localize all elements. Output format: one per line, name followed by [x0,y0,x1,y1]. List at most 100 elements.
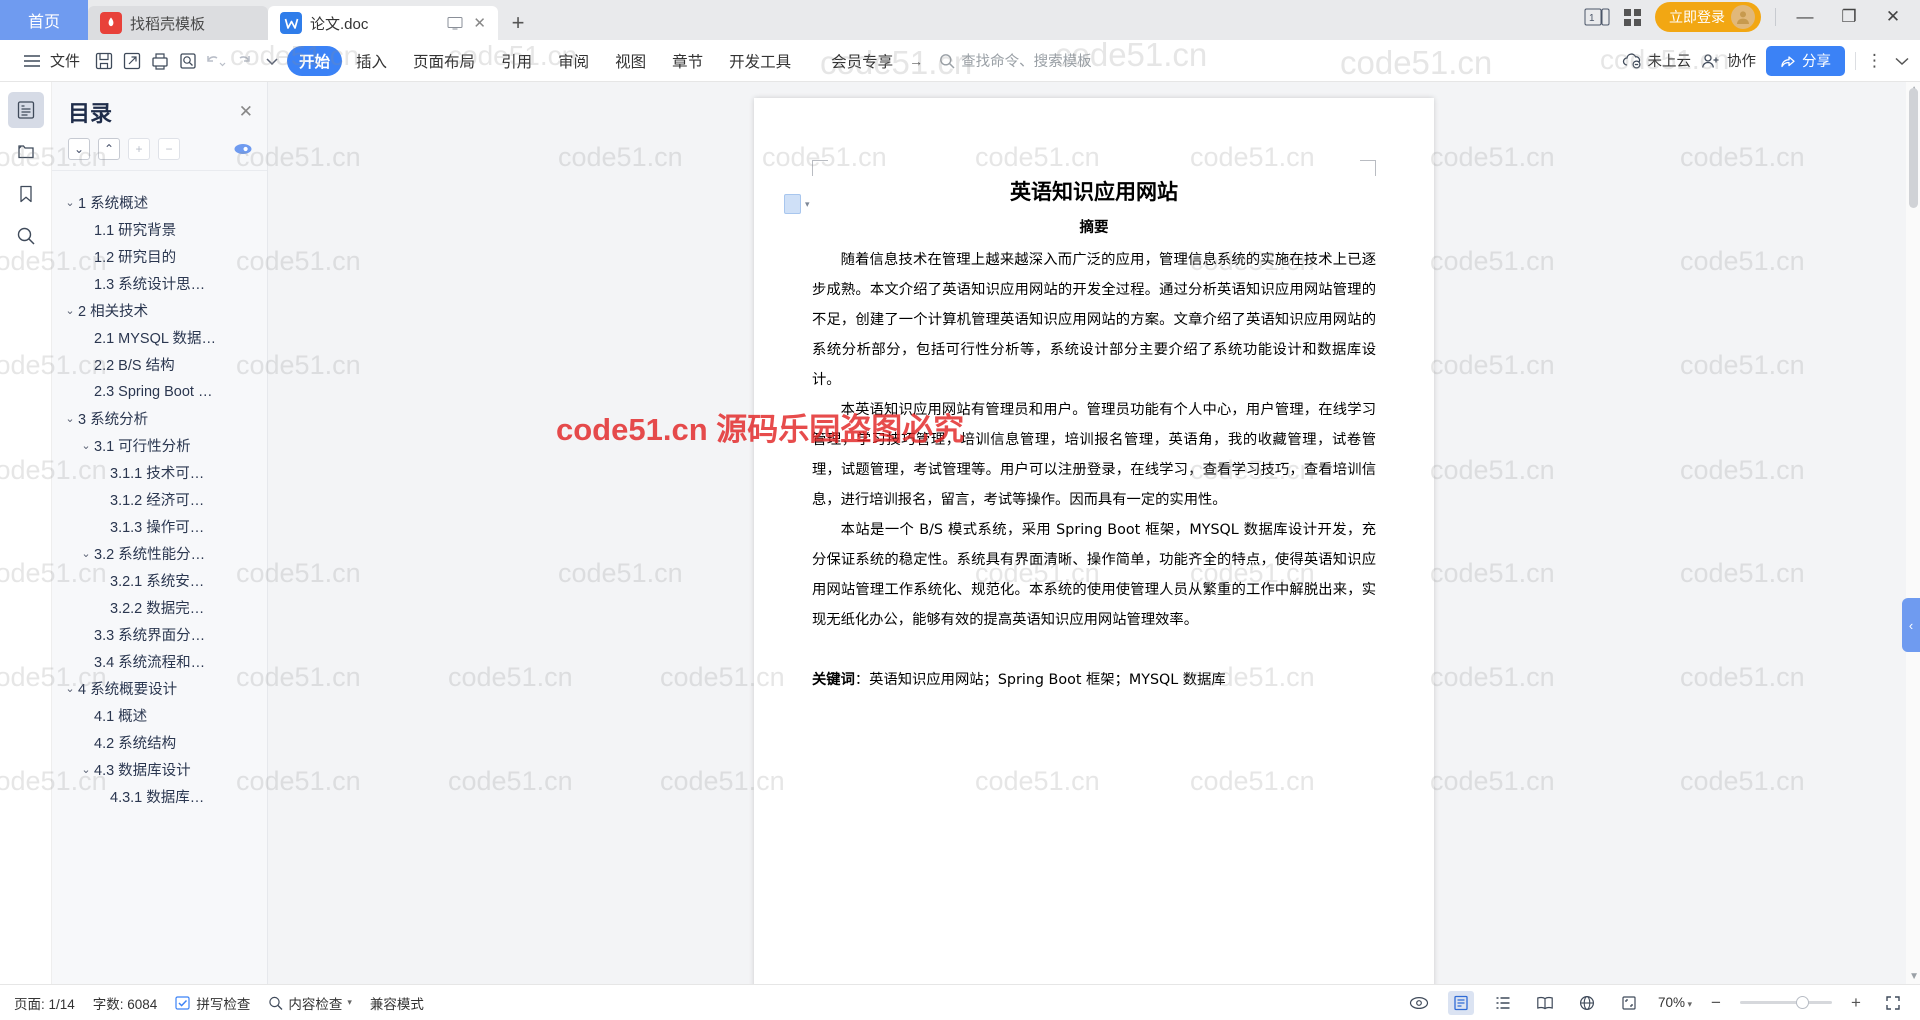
app-grid-icon[interactable] [1624,8,1641,26]
toc-item-23[interactable]: 4.3.1 数据库… [52,783,267,810]
reading-view-icon[interactable] [1532,991,1558,1015]
zoom-out-button[interactable]: − [1708,993,1724,1013]
customize-toolbar-icon[interactable] [259,47,285,75]
document-scrollbar[interactable]: ▲ ▼ [1906,82,1920,984]
toc-item-14[interactable]: ⌄ 3.2 系统性能分… [52,540,267,567]
window-close-button[interactable]: ✕ [1878,7,1908,27]
outline-view-icon[interactable] [1490,991,1516,1015]
toc-caret-icon[interactable]: ⌄ [78,763,94,776]
collapse-up-button[interactable]: ⌃ [98,138,120,160]
new-tab-button[interactable]: + [498,6,538,40]
toc-item-10[interactable]: ⌄ 3.1 可行性分析 [52,432,267,459]
fit-page-icon[interactable] [1616,991,1642,1015]
toc-item-9[interactable]: ⌄ 3 系统分析 [52,405,267,432]
file-menu-button[interactable]: 文件 [10,45,89,77]
print-icon[interactable] [147,47,173,75]
tab-insert[interactable]: 插入 [344,46,399,76]
zoom-slider-knob[interactable] [1796,996,1809,1009]
redo-icon[interactable] [231,47,257,75]
toc-visibility-icon[interactable] [233,143,253,155]
tab-screen-icon[interactable] [447,16,463,30]
collapse-all-button[interactable]: − [158,138,180,160]
toc-item-7[interactable]: 2.2 B/S 结构 [52,351,267,378]
toc-item-12[interactable]: 3.1.2 经济可… [52,486,267,513]
login-button[interactable]: 立即登录 [1655,2,1761,32]
page-count-badge-icon[interactable]: 1 [1584,7,1610,27]
toc-item-15[interactable]: 3.2.1 系统安… [52,567,267,594]
window-restore-button[interactable]: ❐ [1834,7,1864,27]
tab-dev-tools[interactable]: 开发工具 [717,46,803,76]
toc-caret-icon[interactable]: ⌄ [78,547,94,560]
toc-item-6[interactable]: 2.1 MYSQL 数据… [52,324,267,351]
tab-page-layout[interactable]: 页面布局 [401,46,487,76]
window-minimize-button[interactable]: — [1790,7,1820,27]
outline-panel-icon[interactable] [7,92,44,128]
toc-caret-icon[interactable]: ⌄ [62,304,78,317]
tab-view[interactable]: 视图 [603,46,658,76]
page-indicator[interactable]: 页面: 1/14 [14,993,75,1013]
expand-all-button[interactable]: + [128,138,150,160]
cloud-status-button[interactable]: 未上云 [1622,50,1691,71]
thumbnail-panel-icon[interactable] [8,134,44,170]
collaborate-button[interactable]: 协作 [1701,50,1756,71]
bookmark-panel-icon[interactable] [8,176,44,212]
focus-view-icon[interactable] [1406,991,1432,1015]
word-count-indicator[interactable]: 字数: 6084 [93,993,158,1013]
scroll-thumb[interactable] [1909,88,1918,208]
command-search-box[interactable]: 查找命令、搜索模板 [939,46,1092,76]
tab-close-icon[interactable]: ✕ [473,14,486,32]
content-check-button[interactable]: 内容检查 ▾ [268,993,352,1013]
tab-start[interactable]: 开始 [287,45,343,76]
more-options-icon[interactable]: ⋮ [1866,51,1884,71]
toc-item-8[interactable]: 2.3 Spring Boot … [52,378,267,405]
toc-caret-icon[interactable]: ⌄ [62,412,78,425]
toc-caret-icon[interactable]: ⌄ [62,682,78,695]
tab-reference[interactable]: 引用 [489,46,544,76]
tab-template-store[interactable]: 找稻壳模板 [88,6,268,40]
fullscreen-icon[interactable] [1880,991,1906,1015]
web-view-icon[interactable] [1574,991,1600,1015]
undo-icon[interactable] [203,47,229,75]
page-view-icon[interactable] [1447,990,1474,1015]
tab-document-active[interactable]: 论文.doc ✕ [268,6,498,40]
toc-caret-icon[interactable]: ⌄ [62,196,78,209]
collapse-down-button[interactable]: ⌄ [68,138,90,160]
toc-item-4[interactable]: 1.3 系统设计思… [52,270,267,297]
document-page[interactable]: ▾ 英语知识应用网站 摘要 随着信息技术在管理上越来越深入而广泛的应用，管理信息… [754,98,1434,984]
save-as-icon[interactable] [119,47,145,75]
save-icon[interactable] [91,47,117,75]
document-area[interactable]: ▾ 英语知识应用网站 摘要 随着信息技术在管理上越来越深入而广泛的应用，管理信息… [268,82,1920,984]
toc-item-5[interactable]: ⌄ 2 相关技术 [52,297,267,324]
zoom-in-button[interactable]: + [1848,993,1864,1013]
scroll-down-icon[interactable]: ▼ [1909,971,1919,982]
chevron-down-icon[interactable]: ▾ [805,199,810,210]
toc-item-11[interactable]: 3.1.1 技术可… [52,459,267,486]
spellcheck-toggle[interactable]: 拼写检查 [175,993,250,1013]
toc-caret-icon[interactable]: ⌄ [78,439,94,452]
toc-item-3[interactable]: 1.2 研究目的 [52,243,267,270]
toc-item-20[interactable]: 4.1 概述 [52,702,267,729]
toc-item-22[interactable]: ⌄ 4.3 数据库设计 [52,756,267,783]
toc-item-1[interactable]: ⌄ 1 系统概述 [52,189,267,216]
home-tab[interactable]: 首页 [0,0,88,40]
toc-item-17[interactable]: 3.3 系统界面分… [52,621,267,648]
paragraph-style-chip[interactable]: ▾ [784,194,810,214]
search-panel-icon[interactable] [8,218,44,254]
share-button[interactable]: 分享 [1766,45,1845,76]
chevron-down-icon[interactable]: ▾ [347,997,352,1008]
toc-item-2[interactable]: 1.1 研究背景 [52,216,267,243]
toc-close-icon[interactable]: ✕ [239,102,253,122]
right-panel-collapse-handle[interactable]: ‹ [1902,598,1920,652]
compat-mode-label[interactable]: 兼容模式 [370,993,424,1013]
zoom-level-label[interactable]: 70% ▾ [1658,995,1692,1010]
ribbon-collapse-icon[interactable] [1894,55,1910,67]
tab-review[interactable]: 审阅 [546,46,601,76]
toc-item-16[interactable]: 3.2.2 数据完… [52,594,267,621]
toc-item-21[interactable]: 4.2 系统结构 [52,729,267,756]
toc-item-18[interactable]: 3.4 系统流程和… [52,648,267,675]
toc-item-13[interactable]: 3.1.3 操作可… [52,513,267,540]
toc-list[interactable]: ⌄ 1 系统概述 1.1 研究背景 1.2 研究目的 1.3 系统设计思… ⌄ 2 … [52,170,267,984]
print-preview-icon[interactable] [175,47,201,75]
toc-item-19[interactable]: ⌄ 4 系统概要设计 [52,675,267,702]
member-arrow-icon[interactable]: → [909,53,923,69]
